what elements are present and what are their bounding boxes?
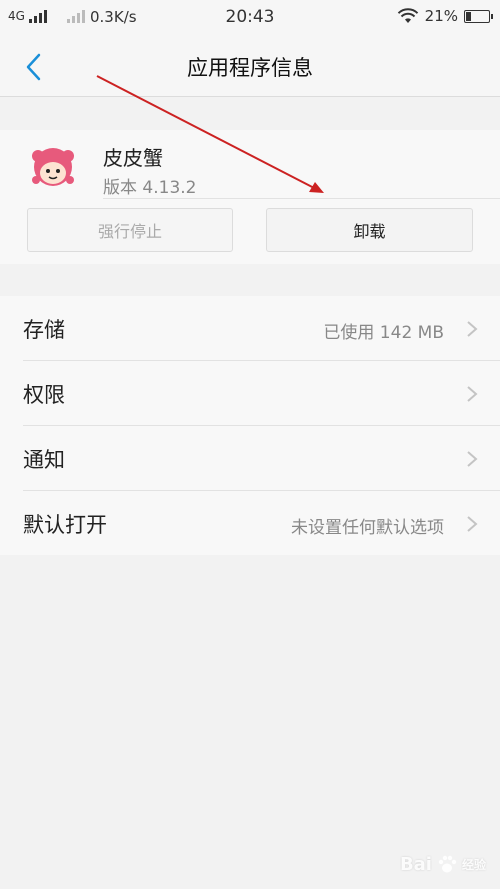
- chevron-right-icon: [467, 516, 478, 532]
- app-name: 皮皮蟹: [103, 146, 163, 170]
- wifi-icon: [397, 8, 418, 23]
- app-icon: [32, 148, 74, 186]
- force-stop-button[interactable]: 强行停止: [27, 208, 233, 252]
- settings-row-permissions[interactable]: 权限: [0, 361, 500, 425]
- battery-icon: [464, 9, 493, 23]
- status-bar: 4G 0.3K/s 20:43 21%: [0, 0, 500, 36]
- settings-row-value: 未设置任何默认选项: [291, 518, 444, 538]
- chevron-right-icon: [467, 321, 478, 337]
- nav-bar: 应用程序信息: [0, 36, 500, 97]
- status-right: 21%: [397, 7, 493, 25]
- paw-logo-icon: [438, 855, 457, 873]
- settings-row-notifications[interactable]: 通知: [0, 426, 500, 490]
- settings-row-label: 通知: [23, 448, 65, 472]
- app-version: 版本 4.13.2: [103, 178, 197, 198]
- settings-row-value: 已使用 142 MB: [323, 323, 444, 343]
- settings-list: 存储 已使用 142 MB 权限 通知 默认打开 未设置任何默认选项: [0, 296, 500, 555]
- settings-row-storage[interactable]: 存储 已使用 142 MB: [0, 296, 500, 360]
- settings-row-label: 默认打开: [23, 513, 107, 537]
- battery-percent: 21%: [424, 7, 458, 25]
- divider: [103, 198, 500, 199]
- watermark-sub: 经验: [461, 857, 486, 872]
- settings-row-label: 权限: [23, 383, 65, 407]
- watermark-text: Bai: [399, 853, 432, 875]
- chevron-right-icon: [467, 386, 478, 402]
- watermark: Bai 经验: [400, 853, 486, 875]
- app-info-card: 皮皮蟹 版本 4.13.2 强行停止 卸载: [0, 130, 500, 264]
- uninstall-button[interactable]: 卸载: [266, 208, 473, 252]
- settings-row-default-open[interactable]: 默认打开 未设置任何默认选项: [0, 491, 500, 555]
- page-title: 应用程序信息: [187, 56, 313, 80]
- settings-row-label: 存储: [23, 318, 65, 342]
- chevron-right-icon: [467, 451, 478, 467]
